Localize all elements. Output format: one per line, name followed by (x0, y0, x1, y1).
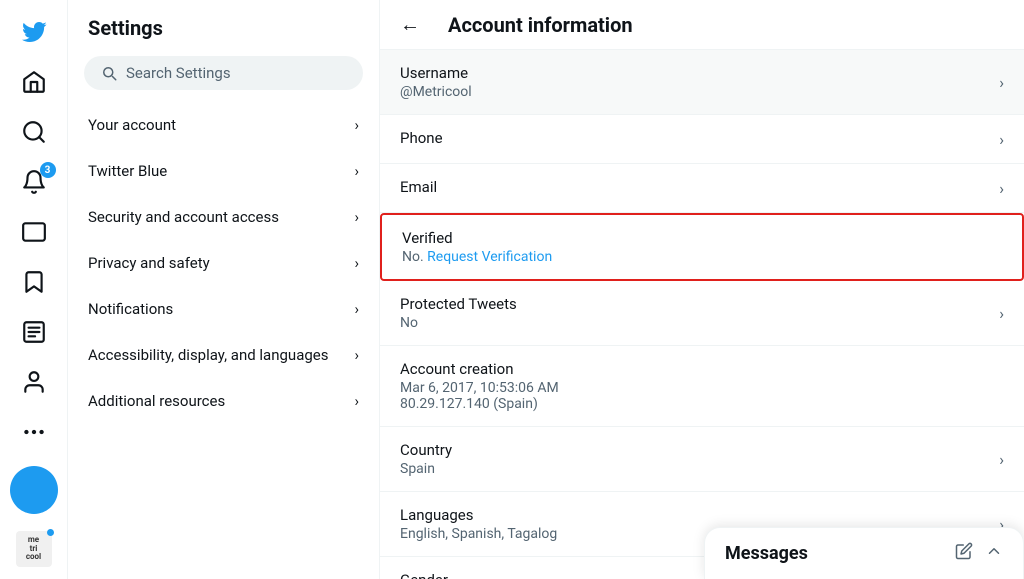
verified-value: No. Request Verification (402, 249, 552, 265)
chevron-right-icon: › (999, 450, 1004, 469)
explore-nav-item[interactable] (10, 108, 58, 156)
settings-item-label: Privacy and safety (88, 254, 210, 272)
settings-item-accessibility[interactable]: Accessibility, display, and languages › (68, 332, 379, 378)
settings-item-your-account[interactable]: Your account › (68, 102, 379, 148)
main-content: ← Account information Username @Metricoo… (380, 0, 1024, 579)
compose-button[interactable] (10, 466, 58, 514)
account-creation-row: Account creation Mar 6, 2017, 10:53:06 A… (380, 346, 1024, 427)
messages-title: Messages (725, 543, 808, 564)
notification-badge: 3 (40, 162, 56, 178)
settings-item-label: Additional resources (88, 392, 225, 410)
settings-item-twitter-blue[interactable]: Twitter Blue › (68, 148, 379, 194)
messages-nav-item[interactable] (10, 208, 58, 256)
email-label: Email (400, 178, 437, 196)
main-header: ← Account information (380, 0, 1024, 50)
username-row[interactable]: Username @Metricool › (380, 50, 1024, 115)
chevron-right-icon: › (354, 116, 359, 134)
chevron-right-icon: › (999, 179, 1004, 198)
gender-label: Gender (400, 571, 448, 579)
username-label: Username (400, 64, 472, 82)
username-value: @Metricool (400, 84, 472, 100)
languages-value: English, Spanish, Tagalog (400, 526, 557, 542)
more-nav-item[interactable] (10, 408, 58, 456)
settings-title: Settings (68, 0, 379, 48)
verified-row[interactable]: Verified No. Request Verification (380, 213, 1024, 281)
search-bar[interactable]: Search Settings (84, 56, 363, 90)
lists-nav-item[interactable] (10, 308, 58, 356)
settings-item-label: Your account (88, 116, 176, 134)
chevron-right-icon: › (354, 254, 359, 272)
chevron-right-icon: › (354, 392, 359, 410)
protected-tweets-value: No (400, 315, 517, 331)
verified-label: Verified (402, 229, 552, 247)
chevron-right-icon: › (354, 208, 359, 226)
messages-panel: Messages (704, 527, 1024, 579)
languages-label: Languages (400, 506, 557, 524)
country-row[interactable]: Country Spain › (380, 427, 1024, 492)
search-icon (100, 64, 118, 82)
search-placeholder: Search Settings (126, 64, 231, 82)
collapse-messages-icon[interactable] (985, 542, 1003, 565)
compose-message-icon[interactable] (955, 542, 973, 565)
settings-item-notifications[interactable]: Notifications › (68, 286, 379, 332)
page-title: Account information (448, 13, 633, 37)
profile-nav-item[interactable] (10, 358, 58, 406)
email-row[interactable]: Email › (380, 164, 1024, 213)
twitter-logo[interactable] (10, 8, 58, 56)
settings-panel: Settings Search Settings Your account › … (68, 0, 380, 579)
account-creation-value: Mar 6, 2017, 10:53:06 AM 80.29.127.140 (… (400, 380, 559, 412)
chevron-right-icon: › (999, 73, 1004, 92)
chevron-right-icon: › (354, 346, 359, 364)
home-nav-item[interactable] (10, 58, 58, 106)
phone-row[interactable]: Phone › (380, 115, 1024, 164)
phone-label: Phone (400, 129, 443, 147)
country-label: Country (400, 441, 452, 459)
notifications-nav-item[interactable]: 3 (10, 158, 58, 206)
messages-header: Messages (705, 528, 1023, 579)
verified-no-text: No. (402, 249, 424, 265)
settings-item-additional[interactable]: Additional resources › (68, 378, 379, 424)
chevron-right-icon: › (999, 304, 1004, 323)
back-button[interactable]: ← (400, 12, 420, 37)
country-value: Spain (400, 461, 452, 477)
messages-actions (955, 542, 1003, 565)
nav-sidebar: 3 (0, 0, 68, 579)
chevron-right-icon: › (354, 162, 359, 180)
bookmarks-nav-item[interactable] (10, 258, 58, 306)
settings-item-label: Accessibility, display, and languages (88, 346, 328, 364)
protected-tweets-row[interactable]: Protected Tweets No › (380, 281, 1024, 346)
settings-item-label: Security and account access (88, 208, 279, 226)
settings-item-label: Twitter Blue (88, 162, 167, 180)
chevron-right-icon: › (354, 300, 359, 318)
settings-item-security[interactable]: Security and account access › (68, 194, 379, 240)
account-creation-label: Account creation (400, 360, 559, 378)
metricool-logo: metricool (16, 531, 52, 567)
chevron-right-icon: › (999, 130, 1004, 149)
settings-item-privacy[interactable]: Privacy and safety › (68, 240, 379, 286)
request-verification-link[interactable]: Request Verification (427, 249, 552, 265)
protected-tweets-label: Protected Tweets (400, 295, 517, 313)
settings-item-label: Notifications (88, 300, 173, 318)
